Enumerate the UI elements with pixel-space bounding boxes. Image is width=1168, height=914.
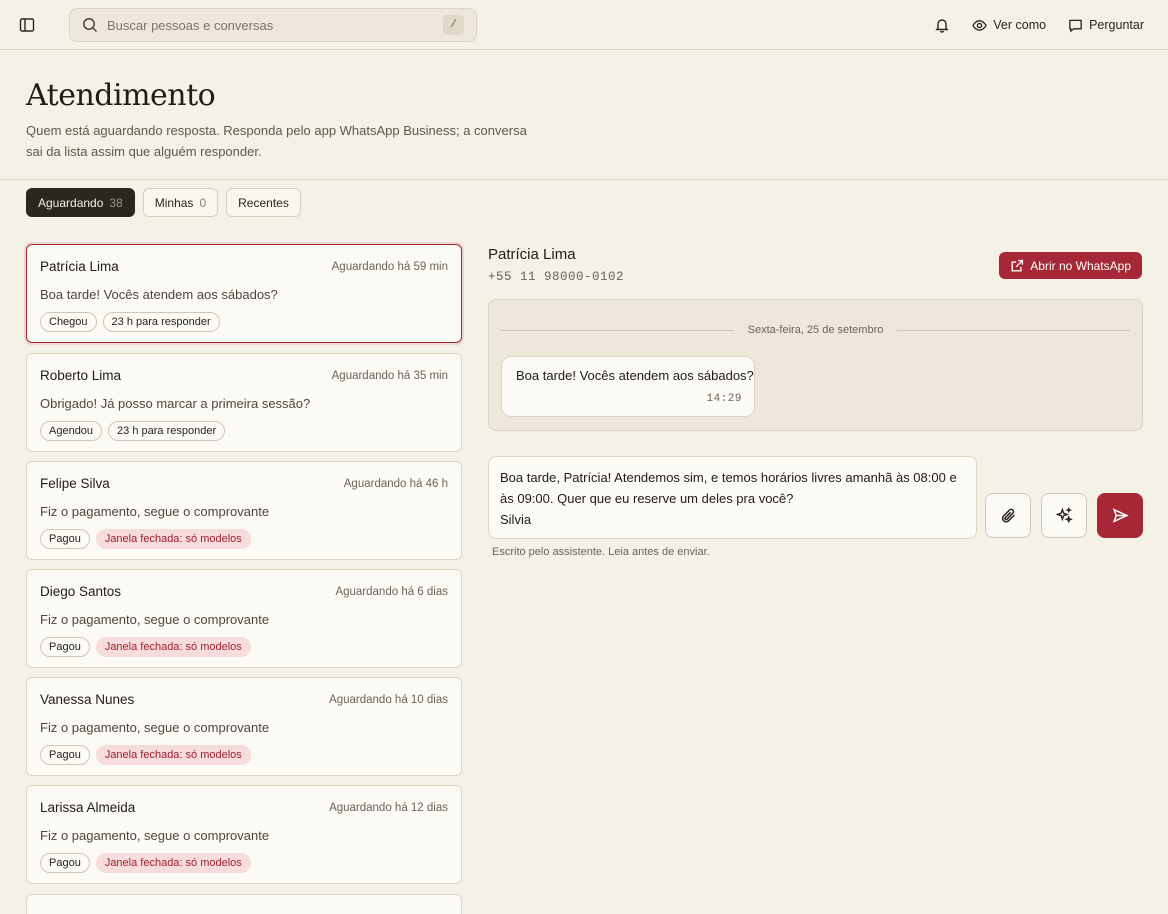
date-separator: Sexta-feira, 25 de setembro — [501, 322, 1130, 338]
conversation-card-partial[interactable] — [26, 894, 462, 914]
view-as-label: Ver como — [993, 18, 1047, 32]
eye-icon — [972, 19, 988, 31]
search-box[interactable]: / — [69, 8, 477, 42]
assistant-hint: Escrito pelo assistente. Leia antes de e… — [492, 546, 710, 558]
open-whatsapp-button[interactable]: Abrir no WhatsApp — [999, 252, 1142, 279]
search-input[interactable] — [107, 17, 443, 33]
ask-label: Perguntar — [1089, 18, 1144, 32]
tab-recentes[interactable]: Recentes — [226, 188, 301, 217]
tab-label: Aguardando — [38, 195, 104, 210]
tab-count: 0 — [199, 195, 207, 210]
message-bubble: Boa tarde! Vocês atendem aos sábados? 14… — [501, 356, 755, 417]
page-title: Atendimento — [26, 78, 216, 113]
contact-name: Diego Santos — [40, 584, 122, 599]
chat-contact-name: Patrícia Lima — [488, 246, 576, 263]
contact-name: Vanessa Nunes — [40, 692, 135, 707]
top-bar: / Ver como Perguntar — [0, 0, 1168, 50]
ask-button[interactable]: Perguntar — [1068, 18, 1144, 33]
tab-label: Recentes — [238, 195, 289, 210]
search-icon — [82, 17, 98, 33]
status-badge: Pagou — [40, 853, 90, 873]
attach-button[interactable] — [985, 493, 1031, 538]
tab-count: 38 — [109, 195, 123, 210]
message-time: 14:29 — [706, 393, 742, 405]
deadline-badge: 23 h para responder — [102, 312, 220, 332]
last-message: Obrigado! Já posso marcar a primeira ses… — [40, 396, 311, 411]
status-badge: Pagou — [40, 637, 90, 657]
window-closed-badge: Janela fechada: só modelos — [95, 853, 251, 873]
conversation-card[interactable]: Vanessa Nunes Aguardando há 10 dias Fiz … — [26, 677, 462, 776]
deadline-badge: 23 h para responder — [108, 421, 226, 441]
ai-assist-button[interactable] — [1041, 493, 1087, 538]
bell-icon — [935, 19, 949, 33]
conversation-card[interactable]: Larissa Almeida Aguardando há 12 dias Fi… — [26, 785, 462, 884]
contact-name: Felipe Silva — [40, 476, 110, 491]
last-message: Fiz o pagamento, segue o comprovante — [40, 504, 270, 519]
wait-time: Aguardando há 59 min — [331, 261, 448, 273]
window-closed-badge: Janela fechada: só modelos — [95, 529, 251, 549]
wait-time: Aguardando há 12 dias — [329, 802, 448, 814]
notifications-button[interactable] — [934, 17, 950, 33]
conversation-card[interactable]: Patrícia Lima Aguardando há 59 min Boa t… — [26, 244, 462, 343]
message-history: Sexta-feira, 25 de setembro Boa tarde! V… — [488, 299, 1143, 431]
wait-time: Aguardando há 6 dias — [335, 586, 448, 598]
tab-label: Minhas — [154, 195, 194, 210]
last-message: Boa tarde! Vocês atendem aos sábados? — [40, 287, 278, 302]
tab-minhas[interactable]: Minhas 0 — [142, 188, 219, 217]
page-description: Quem está aguardando resposta. Responda … — [26, 123, 527, 159]
window-closed-badge: Janela fechada: só modelos — [95, 637, 251, 657]
wait-time: Aguardando há 46 h — [343, 478, 448, 490]
conversation-card[interactable]: Felipe Silva Aguardando há 46 h Fiz o pa… — [26, 461, 462, 560]
contact-name: Patrícia Lima — [40, 259, 119, 274]
sidebar-toggle-icon[interactable] — [18, 16, 36, 34]
date-separator-label: Sexta-feira, 25 de setembro — [747, 324, 884, 336]
status-badge: Agendou — [40, 421, 103, 441]
contact-name: Larissa Almeida — [40, 800, 136, 815]
last-message: Fiz o pagamento, segue o comprovante — [40, 720, 270, 735]
header-divider — [0, 179, 1168, 180]
paperclip-icon — [1001, 508, 1015, 523]
status-badge: Pagou — [40, 529, 90, 549]
status-badge: Pagou — [40, 745, 90, 765]
last-message: Fiz o pagamento, segue o comprovante — [40, 612, 270, 627]
last-message: Fiz o pagamento, segue o comprovante — [40, 828, 270, 843]
send-button[interactable] — [1097, 493, 1143, 538]
send-icon — [1112, 508, 1129, 523]
tab-bar: Aguardando 38 Minhas 0 Recentes — [26, 188, 301, 217]
view-as-button[interactable]: Ver como — [972, 18, 1046, 33]
chat-contact-phone: +55 11 98000-0102 — [488, 270, 625, 284]
wait-time: Aguardando há 35 min — [331, 370, 448, 382]
external-link-icon — [1011, 259, 1024, 271]
chat-bubble-icon — [1069, 19, 1082, 33]
tab-aguardando[interactable]: Aguardando 38 — [26, 188, 135, 217]
conversation-card[interactable]: Diego Santos Aguardando há 6 dias Fiz o … — [26, 569, 462, 668]
open-whatsapp-label: Abrir no WhatsApp — [1030, 258, 1131, 273]
reply-draft-input[interactable] — [488, 456, 977, 539]
search-shortcut-key: / — [443, 15, 464, 35]
status-badge: Chegou — [40, 312, 97, 332]
contact-name: Roberto Lima — [40, 368, 122, 383]
wait-time: Aguardando há 10 dias — [329, 694, 448, 706]
window-closed-badge: Janela fechada: só modelos — [95, 745, 251, 765]
conversation-card[interactable]: Roberto Lima Aguardando há 35 min Obriga… — [26, 353, 462, 452]
message-text: Boa tarde! Vocês atendem aos sábados? — [516, 368, 754, 383]
sparkles-icon — [1055, 507, 1073, 524]
